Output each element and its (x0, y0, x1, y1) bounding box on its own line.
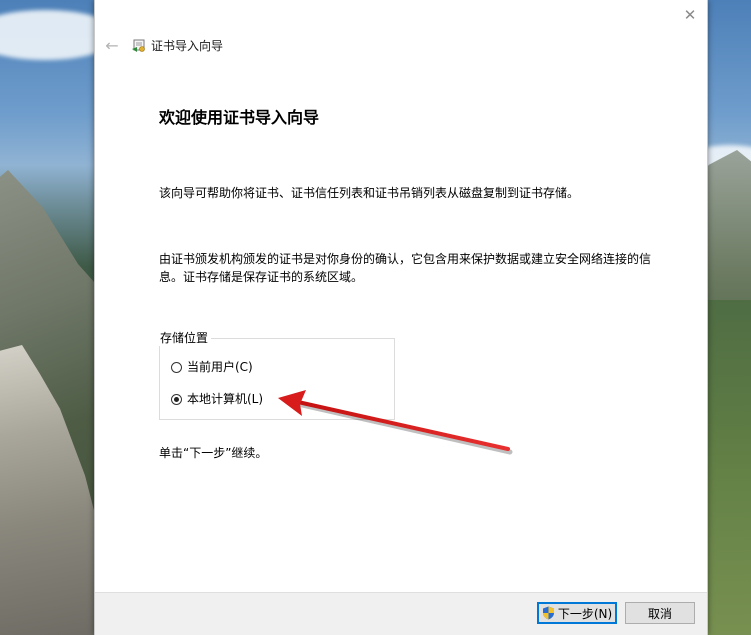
next-button[interactable]: 下一步(N) (537, 602, 617, 624)
certificate-icon (132, 39, 145, 52)
radio-local-machine[interactable]: 本地计算机(L) (171, 390, 263, 408)
continue-hint: 单击“下一步”继续。 (159, 446, 268, 460)
page-heading: 欢迎使用证书导入向导 (159, 108, 320, 127)
radio-label: 当前用户(C) (187, 360, 253, 374)
radio-current-user[interactable]: 当前用户(C) (171, 358, 253, 376)
button-bar: 下一步(N) 取消 (95, 592, 707, 635)
uac-shield-icon (542, 606, 554, 620)
store-location-legend: 存储位置 (157, 330, 212, 346)
radio-button-selected[interactable] (171, 393, 182, 405)
radio-button[interactable] (171, 361, 182, 373)
intro-text: 该向导可帮助你将证书、证书信任列表和证书吊销列表从磁盘复制到证书存储。 (159, 186, 580, 200)
back-arrow-icon[interactable]: ← (103, 37, 121, 55)
window-title: 证书导入向导 (151, 39, 224, 53)
close-icon[interactable]: ✕ (681, 6, 699, 24)
next-button-label: 下一步(N) (557, 606, 613, 621)
radio-label: 本地计算机(L) (187, 392, 264, 406)
description-text: 由证书颁发机构颁发的证书是对你身份的确认，它包含用来保护数据或建立安全网络连接的… (159, 252, 652, 284)
cancel-button[interactable]: 取消 (625, 602, 695, 624)
certificate-import-wizard-window: ✕ ← 证书导入向导 欢迎使用证书导入向导 该向导可帮助你将证书、证书信任列表和… (94, 0, 708, 635)
